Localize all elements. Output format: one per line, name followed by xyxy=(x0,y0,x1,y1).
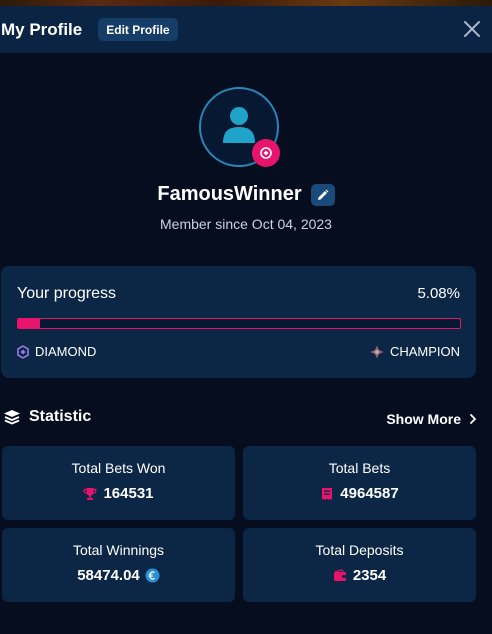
layers-icon xyxy=(4,410,20,425)
stat-label: Total Deposits xyxy=(315,542,404,558)
member-since: Member since Oct 04, 2023 xyxy=(160,216,332,232)
stat-value-row: 2354 xyxy=(333,567,386,584)
stat-value: 58474.04 xyxy=(77,567,140,584)
champion-rank-icon xyxy=(370,345,384,358)
stat-value-row: 58474.04 xyxy=(77,567,160,584)
euro-coin-icon xyxy=(145,568,160,583)
page-title: My Profile xyxy=(1,19,83,39)
stat-label: Total Winnings xyxy=(72,542,165,558)
current-rank: DIAMOND xyxy=(17,344,96,359)
close-icon[interactable] xyxy=(462,19,482,39)
stat-label: Total Bets Won xyxy=(71,460,166,476)
stat-card-total-bets: Total Bets 4964587 xyxy=(243,446,476,520)
next-rank: CHAMPION xyxy=(370,344,460,359)
rank-emblem-icon xyxy=(260,147,272,159)
trophy-icon xyxy=(83,487,97,501)
show-more-link[interactable]: Show More xyxy=(386,411,477,427)
stat-card-total-deposits: Total Deposits 2354 xyxy=(243,528,476,602)
progress-bar xyxy=(17,318,461,329)
stat-card-total-bets-won: Total Bets Won 164531 xyxy=(2,446,235,520)
next-rank-label: CHAMPION xyxy=(389,344,460,359)
pencil-icon xyxy=(317,189,329,200)
profile-section: FamousWinner Member since Oct 04, 2023 xyxy=(0,53,492,253)
show-more-label: Show More xyxy=(386,411,461,427)
statistic-title: Statistic xyxy=(29,408,92,425)
diamond-rank-icon xyxy=(17,344,29,359)
stat-value-row: 4964587 xyxy=(320,485,399,502)
stat-value-row: 164531 xyxy=(83,485,154,502)
statistic-header: Statistic xyxy=(3,408,91,426)
progress-title: Your progress xyxy=(17,285,117,302)
ticket-icon xyxy=(320,487,334,501)
stat-value: 164531 xyxy=(103,485,154,502)
username-row: FamousWinner xyxy=(0,183,492,206)
username: FamousWinner xyxy=(157,183,302,205)
stat-value: 2354 xyxy=(352,567,387,584)
current-rank-label: DIAMOND xyxy=(35,344,97,359)
progress-percent: 5.08% xyxy=(417,285,460,302)
profile-header: My Profile Edit Profile xyxy=(0,6,492,53)
progress-bar-fill xyxy=(18,319,41,328)
edit-profile-button[interactable]: Edit Profile xyxy=(98,18,178,41)
edit-username-button[interactable] xyxy=(310,183,335,206)
wallet-icon xyxy=(333,569,347,582)
avatar[interactable] xyxy=(199,87,280,167)
chevron-right-icon xyxy=(470,414,477,424)
user-icon xyxy=(223,107,255,143)
stat-label: Total Bets xyxy=(328,460,391,476)
rank-badge xyxy=(252,139,280,167)
stat-card-total-winnings: Total Winnings 58474.04 xyxy=(2,528,235,602)
stat-value: 4964587 xyxy=(340,485,399,502)
progress-card: Your progress 5.08% DIAMOND CHAMPION xyxy=(1,266,476,378)
